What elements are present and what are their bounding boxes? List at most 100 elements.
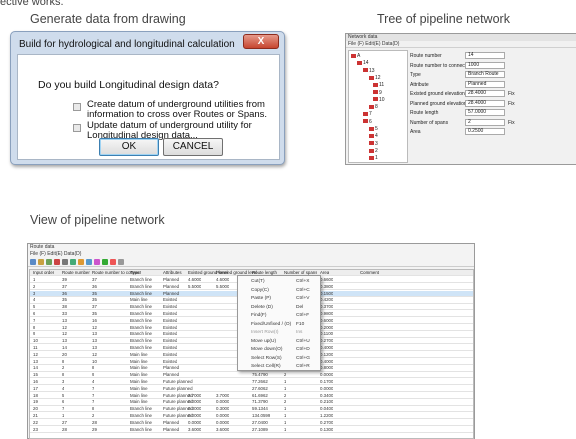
table-cell[interactable]: 29	[92, 427, 97, 433]
table-cell[interactable]: 0.6600	[320, 277, 333, 283]
table-cell[interactable]: 10	[92, 359, 97, 365]
table-cell[interactable]: 13	[92, 338, 97, 344]
tree-node[interactable]: 11	[373, 82, 384, 88]
table-cell[interactable]: 0.1200	[320, 352, 333, 358]
table-cell[interactable]: 9	[33, 331, 35, 337]
table-cell[interactable]: 18	[33, 393, 38, 399]
table-cell[interactable]: 1	[33, 277, 35, 283]
table-cell[interactable]: Planned	[163, 372, 179, 378]
table-cell[interactable]: 36	[62, 291, 67, 297]
copy-icon[interactable]	[62, 259, 68, 265]
table-cell[interactable]: 13	[33, 359, 38, 365]
tree-node[interactable]: 12	[369, 75, 381, 81]
table-cell[interactable]: 1	[284, 427, 286, 433]
settings-icon[interactable]	[94, 259, 100, 265]
property-fix-checkbox[interactable]: Fix	[508, 100, 515, 108]
table-cell[interactable]: 7	[33, 318, 35, 324]
table-cell[interactable]: 20	[62, 352, 67, 358]
table-cell[interactable]: 1	[284, 420, 286, 426]
table-cell[interactable]: 7	[92, 399, 94, 405]
property-value-field[interactable]: 28.4000	[465, 99, 505, 107]
table-cell[interactable]: 6	[33, 311, 35, 317]
table-cell[interactable]: 28	[92, 420, 97, 426]
table-cell[interactable]: 36	[92, 284, 97, 290]
property-value-field[interactable]: Planned	[465, 80, 505, 88]
table-cell[interactable]: 3	[33, 291, 35, 297]
table-cell[interactable]: Branch line	[130, 413, 152, 419]
table-cell[interactable]: 35	[62, 297, 67, 303]
table-row[interactable]: 16 3 4 Main line Future planned 77.2662 1 0.170…	[30, 379, 473, 386]
table-cell[interactable]: 0.0000	[216, 413, 229, 419]
table-cell[interactable]: 35	[92, 291, 97, 297]
table-cell[interactable]: 35	[92, 297, 97, 303]
table-row[interactable]: 19 6 7 Main line Future planned 0.0000 0.0000 7…	[30, 399, 473, 406]
table-cell[interactable]: 2	[284, 393, 286, 399]
table-cell[interactable]: 6	[62, 399, 64, 405]
table-cell[interactable]: Branch line	[130, 427, 152, 433]
table-cell[interactable]: 77.2662	[252, 379, 268, 385]
table-cell[interactable]: 19	[33, 399, 38, 405]
table-cell[interactable]: 1	[284, 386, 286, 392]
table-cell[interactable]: 2	[284, 372, 286, 378]
table-cell[interactable]: 0.8000	[320, 365, 333, 371]
table-cell[interactable]: Branch line	[130, 406, 152, 412]
context-menu-item[interactable]: Select Row(S) Ctrl+G	[238, 355, 322, 363]
table-cell[interactable]: 23	[33, 427, 38, 433]
table-cell[interactable]: 39	[62, 277, 67, 283]
context-menu-item[interactable]: Paste (P) Ctrl+V	[238, 295, 322, 303]
table-cell[interactable]: 12	[33, 352, 38, 358]
table-cell[interactable]: 0.2100	[320, 399, 333, 405]
table-cell[interactable]: 3.7000	[216, 393, 229, 399]
property-value-field[interactable]: 28.4000	[465, 90, 505, 97]
table-cell[interactable]: 12	[62, 331, 67, 337]
table-row[interactable]: 18 5 7 Main line Future planned 3.7000 3.7000 6…	[30, 393, 473, 399]
table-cell[interactable]: 3.7000	[188, 393, 201, 399]
table-cell[interactable]: 7	[62, 406, 64, 412]
table-cell[interactable]: 37	[92, 277, 97, 283]
column-header[interactable]: Input order	[33, 270, 54, 276]
context-menu-item[interactable]: Delete (D) Del	[238, 304, 322, 312]
table-row[interactable]: 22 27 28 Branch line Planned 0.0000 0.0000 27.0…	[30, 420, 473, 427]
property-value-field[interactable]: 1000	[465, 61, 505, 69]
tree-panel[interactable]: A 14 13 12 11 9 10 8 7 6 5 4 3 2 1	[348, 50, 408, 163]
table-cell[interactable]: Existed	[163, 338, 177, 344]
table-cell[interactable]: Main line	[130, 399, 148, 405]
context-menu-item[interactable]: Select Cell(R) Ctrl+R	[238, 363, 322, 371]
table-cell[interactable]: Branch line	[130, 284, 152, 290]
table-cell[interactable]: 16	[33, 379, 38, 385]
column-header[interactable]: Type	[130, 270, 140, 276]
table-cell[interactable]: 1	[284, 413, 286, 419]
table-cell[interactable]: 9	[92, 372, 94, 378]
table-cell[interactable]: 0.0000	[188, 420, 201, 426]
table-cell[interactable]: 33	[62, 311, 67, 317]
paste-icon[interactable]	[70, 259, 76, 265]
table-cell[interactable]: Main line	[130, 393, 148, 399]
ok-button[interactable]: OK	[99, 138, 159, 156]
table-cell[interactable]: 0.9800	[320, 311, 333, 317]
table-cell[interactable]: Future planned	[163, 379, 193, 385]
column-header[interactable]: Area	[320, 270, 329, 276]
tree-node[interactable]: 13	[363, 68, 375, 74]
property-value-field[interactable]: Branch Route	[465, 71, 505, 78]
table-cell[interactable]: 37	[62, 284, 67, 290]
table-cell[interactable]: 0.2700	[320, 420, 333, 426]
table-cell[interactable]: 20	[33, 406, 38, 412]
table-cell[interactable]: Planned	[163, 427, 179, 433]
table-cell[interactable]: Existed	[163, 297, 177, 303]
table-cell[interactable]: 1	[62, 413, 64, 419]
table-cell[interactable]: 12	[62, 325, 67, 331]
column-header[interactable]: Attributes	[163, 270, 182, 276]
table-cell[interactable]: Planned	[163, 284, 179, 290]
table-cell[interactable]: 5	[33, 304, 35, 310]
table-cell[interactable]: 0.3000	[216, 406, 229, 412]
table-cell[interactable]: Branch line	[130, 291, 152, 297]
table-cell[interactable]: 4	[62, 386, 64, 392]
table-cell[interactable]: Existed	[163, 325, 177, 331]
table-cell[interactable]: Branch line	[130, 420, 152, 426]
table-cell[interactable]: 0.0000	[188, 413, 201, 419]
table-cell[interactable]: 4.6000	[216, 277, 229, 283]
table-cell[interactable]: 27.6062	[252, 386, 268, 392]
table-cell[interactable]: 16	[92, 318, 97, 324]
table-cell[interactable]: 0.0000	[320, 372, 333, 378]
tree-node[interactable]: 2	[369, 148, 378, 154]
